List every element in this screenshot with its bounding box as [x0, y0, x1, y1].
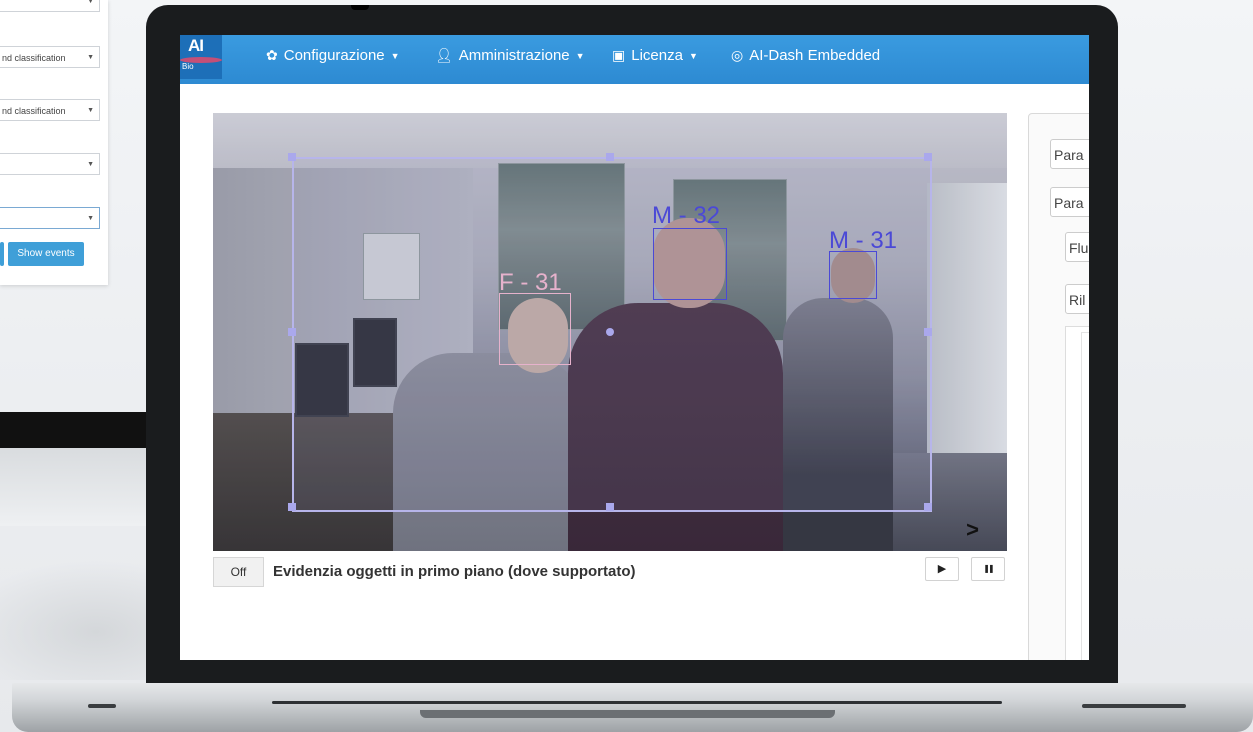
- face-detection-box: [829, 251, 877, 299]
- panel-content-inner-box: [1081, 332, 1089, 660]
- roi-handle[interactable]: [924, 328, 932, 336]
- highlight-toggle[interactable]: Off: [213, 557, 264, 587]
- roi-center-handle[interactable]: [606, 328, 614, 336]
- show-events-button[interactable]: Show events: [8, 242, 84, 266]
- face-detection-box: [653, 228, 727, 300]
- panel-tab-parameters-1[interactable]: Para: [1050, 139, 1089, 169]
- play-icon: ▶: [937, 563, 947, 575]
- pause-icon: ❚❚: [983, 564, 994, 573]
- caret-down-icon: ▼: [688, 51, 698, 62]
- nav-configurazione[interactable]: ✿ Configurazione ▼: [266, 47, 400, 64]
- roi-handle[interactable]: [288, 503, 296, 511]
- dashboard-icon: ◎: [731, 47, 744, 63]
- video-feed[interactable]: M - 32 M - 31 F - 31 >: [213, 113, 1007, 551]
- roi-handle[interactable]: [606, 153, 614, 161]
- next-frame-icon[interactable]: >: [966, 517, 979, 543]
- base-vent-left: [88, 704, 116, 708]
- select-value: nd classification: [2, 106, 66, 116]
- nav-label: AI-Dash Embedded: [749, 47, 881, 64]
- logo-text: AI: [188, 36, 204, 55]
- face-detection-box: [499, 293, 571, 365]
- chevron-down-icon: ▼: [87, 161, 94, 168]
- background-select-2[interactable]: nd classification ▼: [0, 46, 100, 68]
- nav-amministrazione[interactable]: 👤︎ Amministrazione ▼: [435, 47, 585, 64]
- panel-tab-flussi[interactable]: Flu: [1065, 232, 1089, 262]
- caret-down-icon: ▼: [575, 51, 585, 62]
- base-groove: [272, 701, 1002, 704]
- nav-ai-dash[interactable]: ◎ AI-Dash Embedded: [731, 47, 880, 64]
- roi-handle[interactable]: [288, 153, 296, 161]
- play-button[interactable]: ▶: [925, 557, 959, 581]
- base-notch: [420, 710, 835, 718]
- pause-button[interactable]: ❚❚: [971, 557, 1005, 581]
- nav-label: Licenza: [631, 47, 683, 64]
- background-select-1[interactable]: ▼: [0, 0, 100, 12]
- app-logo[interactable]: AI Bio: [180, 35, 222, 79]
- caret-down-icon: ▼: [390, 51, 400, 62]
- roi-handle[interactable]: [606, 503, 614, 511]
- chevron-down-icon: ▼: [87, 215, 94, 222]
- camera-notch: [351, 5, 369, 10]
- background-select-4[interactable]: ▼: [0, 153, 100, 175]
- navbar: AI Bio ✿ Configurazione ▼ 👤︎ Amministrazion…: [180, 35, 1089, 84]
- background-grey-strip: [0, 448, 150, 526]
- chevron-down-icon: ▼: [87, 54, 94, 61]
- id-card-icon: ▣: [612, 47, 626, 63]
- background-button[interactable]: [0, 242, 4, 266]
- roi-handle[interactable]: [288, 328, 296, 336]
- roi-handle[interactable]: [924, 503, 932, 511]
- background-dark-strip: [0, 412, 146, 448]
- laptop-base: [12, 683, 1253, 732]
- face-detection-label: M - 31: [829, 227, 898, 254]
- nav-label: Configurazione: [283, 47, 385, 64]
- chevron-down-icon: ▼: [87, 107, 94, 114]
- background-panel: ▼ nd classification ▼ nd classification …: [0, 0, 108, 285]
- parameters-panel: Para Para Flu Ril: [1028, 113, 1089, 660]
- background-select-5[interactable]: ▼: [0, 207, 100, 229]
- panel-tab-rilevamento[interactable]: Ril: [1065, 284, 1089, 314]
- user-icon: 👤︎: [435, 47, 453, 63]
- base-vent-right: [1082, 704, 1186, 708]
- panel-tab-parameters-2[interactable]: Para: [1050, 187, 1089, 217]
- select-value: nd classification: [2, 53, 66, 63]
- face-detection-label: M - 32: [652, 202, 721, 229]
- chevron-down-icon: ▼: [87, 0, 94, 5]
- app-screen: AI Bio ✿ Configurazione ▼ 👤︎ Amministrazion…: [180, 35, 1089, 660]
- highlight-toggle-label: Evidenzia oggetti in primo piano (dove s…: [273, 563, 636, 580]
- nav-label: Amministrazione: [458, 47, 570, 64]
- logo-subtext: Bio: [182, 62, 194, 71]
- background-select-3[interactable]: nd classification ▼: [0, 99, 100, 121]
- face-detection-label: F - 31: [499, 269, 562, 296]
- nav-licenza[interactable]: ▣ Licenza ▼: [612, 47, 698, 64]
- roi-handle[interactable]: [924, 153, 932, 161]
- gear-icon: ✿: [266, 47, 278, 63]
